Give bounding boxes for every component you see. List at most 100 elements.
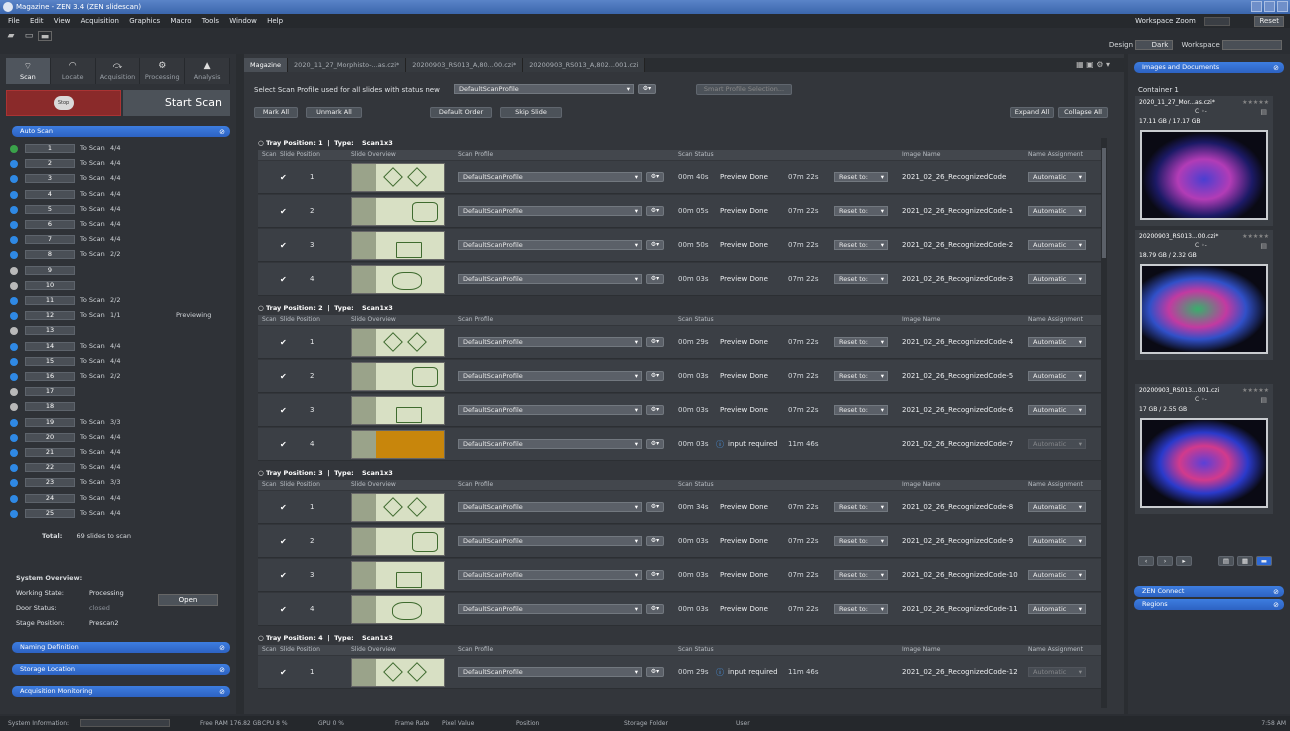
scan-profile-select[interactable]: DefaultScanProfile [458,604,642,614]
tray-number[interactable]: 13 [25,326,75,336]
mark-all-button[interactable]: Mark All [254,107,298,118]
slide-overview-image[interactable] [351,231,445,260]
scan-profile-select[interactable]: DefaultScanProfile [458,337,642,347]
tray-header[interactable]: ○ Tray Position: 4 | Type: Scan1x3 [254,633,1106,643]
name-assignment-select[interactable]: Automatic [1028,172,1086,182]
scan-checkbox[interactable]: ✔ [280,173,287,182]
tray-number[interactable]: 9 [25,265,75,275]
gallery-prev-button[interactable]: ‹ [1138,556,1154,566]
column-header[interactable]: Slide Position [280,645,320,655]
column-header[interactable]: Image Name [902,480,940,490]
tray-row[interactable]: 11 To Scan 2/2 [10,296,220,305]
slide-overview-image[interactable] [351,328,445,357]
reset-to-select[interactable]: Reset to: [834,502,888,512]
reset-to-select[interactable]: Reset to: [834,172,888,182]
column-header[interactable]: Slide Overview [351,480,396,490]
collapse-icon[interactable]: ○ [258,304,266,312]
name-assignment-select[interactable]: Automatic [1028,502,1086,512]
slide-row[interactable]: ✔ 1 DefaultScanProfile ⚙▾ 00m 34s Preview Don… [258,491,1102,524]
tray-number[interactable]: 23 [25,478,75,488]
column-header[interactable]: Slide Position [280,150,320,160]
tray-row[interactable]: 23 To Scan 3/3 [10,478,220,488]
collapse-icon[interactable]: ○ [258,139,266,147]
image-name[interactable]: 2021_02_26_RecognizedCode-10 [902,571,1018,579]
image-name[interactable]: 2021_02_26_RecognizedCode-11 [902,605,1018,613]
tray-row[interactable]: 14 To Scan 4/4 [10,341,220,351]
slide-row[interactable]: ✔ 4 DefaultScanProfile ⚙▾ 00m 03s ⓘ input requ… [258,428,1102,461]
pin-icon[interactable]: ⊘ [219,665,225,676]
scan-checkbox[interactable]: ✔ [280,503,287,512]
tray-row[interactable]: 18 [10,402,220,412]
maximize-button[interactable] [1264,1,1275,12]
unmark-all-button[interactable]: Unmark All [306,107,362,118]
slide-row[interactable]: ✔ 2 DefaultScanProfile ⚙▾ 00m 05s Preview Don… [258,195,1102,228]
menu-tools[interactable]: Tools [202,14,219,28]
tray-row[interactable]: 17 [10,387,220,397]
slide-row[interactable]: ✔ 1 DefaultScanProfile ⚙▾ 00m 29s Preview Don… [258,326,1102,359]
tray-row[interactable]: 2 To Scan 4/4 [10,159,220,169]
slide-overview-image[interactable] [351,430,445,459]
slide-overview-image[interactable] [351,595,445,624]
image-name[interactable]: 2021_02_26_RecognizedCode-2 [902,241,1013,249]
start-scan-button[interactable]: Start Scan [123,90,230,116]
column-header[interactable]: Scan Profile [458,315,493,325]
scan-checkbox[interactable]: ✔ [280,207,287,216]
tray-number[interactable]: 14 [25,341,75,351]
name-assignment-select[interactable]: Automatic [1028,667,1086,677]
tray-row[interactable]: 9 [10,265,220,275]
rating-icon[interactable]: ★★★★★ [1242,233,1269,240]
pin-icon[interactable]: ⊘ [1273,63,1279,74]
tray-row[interactable]: 4 To Scan 4/4 [10,189,220,199]
stop-button[interactable]: Stop [6,90,121,116]
slide-row[interactable]: ✔ 4 DefaultScanProfile ⚙▾ 00m 03s Preview Don… [258,593,1102,626]
tray-row[interactable]: 21 To Scan 4/4 [10,448,220,457]
slide-overview-image[interactable] [351,197,445,226]
scan-checkbox[interactable]: ✔ [280,275,287,284]
scan-checkbox[interactable]: ✔ [280,241,287,250]
scan-checkbox[interactable]: ✔ [280,372,287,381]
column-header[interactable]: Scan [262,645,277,655]
tab-analysis[interactable]: ▲ Analysis [185,58,230,84]
profile-settings-icon[interactable]: ⚙▾ [646,337,664,347]
profile-select[interactable]: DefaultScanProfile [454,84,634,94]
column-header[interactable]: Name Assignment [1028,315,1083,325]
column-header[interactable]: Slide Overview [351,150,396,160]
left-splitter[interactable] [236,54,244,714]
scan-profile-select[interactable]: DefaultScanProfile [458,405,642,415]
large-view-button[interactable]: ▬ [1256,556,1272,566]
tray-number[interactable]: 17 [25,387,75,397]
scan-checkbox[interactable]: ✔ [280,571,287,580]
reset-to-select[interactable]: Reset to: [834,536,888,546]
slide-row[interactable]: ✔ 2 DefaultScanProfile ⚙▾ 00m 03s Preview Don… [258,525,1102,558]
tray-number[interactable]: 25 [25,508,75,518]
image-name[interactable]: 2021_02_26_RecognizedCode-3 [902,275,1013,283]
tray-number[interactable]: 21 [25,448,75,457]
profile-settings-icon[interactable]: ⚙▾ [646,371,664,381]
tray-number[interactable]: 6 [25,220,75,229]
document-item[interactable]: 2020_11_27_Mor...as.czi* ★★★★★ C ◦- ▤ 17.11 … [1135,96,1273,226]
slide-row[interactable]: ✔ 1 DefaultScanProfile ⚙▾ 00m 29s ⓘ input requ… [258,656,1102,689]
slide-overview-image[interactable] [351,561,445,590]
zen-connect-section[interactable]: ZEN Connect ⊘ [1134,586,1284,597]
menu-view[interactable]: View [54,14,71,28]
layout-icon[interactable]: ▬ [38,31,52,42]
pin-icon[interactable]: ⊘ [219,687,225,698]
image-name[interactable]: 2021_02_26_RecognizedCode-12 [902,668,1018,676]
tray-number[interactable]: 10 [25,280,75,290]
reset-to-select[interactable]: Reset to: [834,570,888,580]
tray-row[interactable]: 1 To Scan 4/4 [10,144,220,153]
acquisition-monitoring-section[interactable]: Acquisition Monitoring ⊘ [12,686,230,697]
column-header[interactable]: Name Assignment [1028,150,1083,160]
image-name[interactable]: 2021_02_26_RecognizedCode-7 [902,440,1013,448]
column-header[interactable]: Name Assignment [1028,645,1083,655]
workspace-zoom-input[interactable] [1204,16,1230,26]
scan-checkbox[interactable]: ✔ [280,668,287,677]
open-door-button[interactable]: Open [158,594,218,606]
reset-to-select[interactable]: Reset to: [834,337,888,347]
tray-row[interactable]: 5 To Scan 4/4 [10,204,220,214]
slide-overview-image[interactable] [351,362,445,391]
tray-header[interactable]: ○ Tray Position: 3 | Type: Scan1x3 [254,468,1106,478]
scan-profile-select[interactable]: DefaultScanProfile [458,206,642,216]
open-folder-icon[interactable]: ▰ [4,31,18,41]
document-thumbnail-image[interactable] [1140,130,1268,220]
